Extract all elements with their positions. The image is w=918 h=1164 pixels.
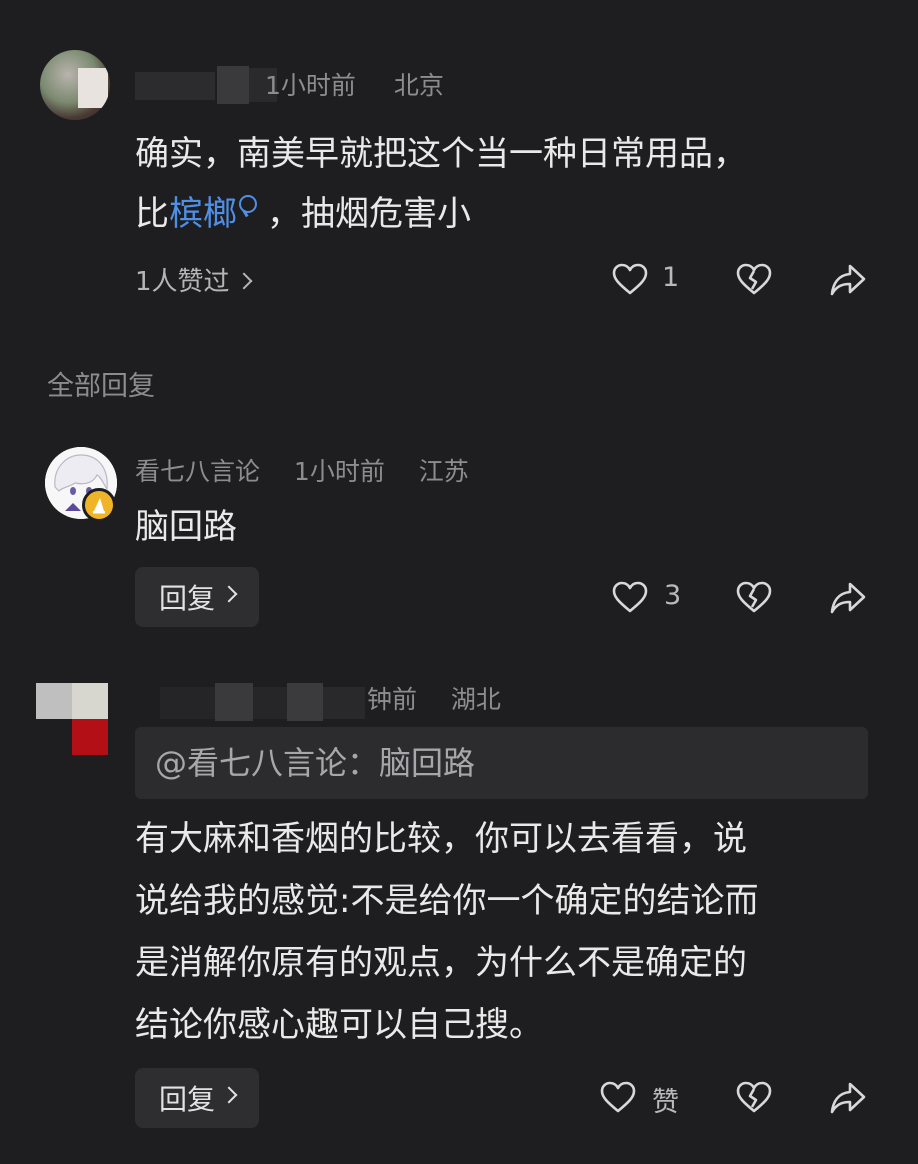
- comment-text-line-2: 比槟榔 ，抽烟危害小: [135, 184, 747, 244]
- comment-text-prefix: 比: [135, 194, 169, 234]
- avatar-top-comment[interactable]: [40, 50, 110, 120]
- reply-time: 钟前: [367, 685, 418, 714]
- reply-button[interactable]: 回复: [135, 1068, 259, 1128]
- reply-meta: 看七八言论 1小时前 江苏: [135, 452, 469, 488]
- reply-button[interactable]: 回复: [135, 567, 259, 627]
- reply-text: 脑回路: [135, 507, 237, 547]
- reply-text: 有大麻和香烟的比较，你可以去看看，说 说给我的感觉:不是给你一个确定的结论而 是…: [135, 808, 875, 1056]
- quoted-reply[interactable]: @看七八言论：脑回路: [135, 727, 868, 799]
- broken-heart-icon[interactable]: [734, 260, 774, 300]
- likes-summary-link[interactable]: 1人赞过: [135, 261, 253, 298]
- like-label: 赞: [652, 1087, 679, 1118]
- reply-text-line: 是消解你原有的观点，为什么不是确定的: [135, 943, 747, 983]
- like-count: 1: [662, 262, 680, 293]
- broken-heart-icon[interactable]: [734, 1078, 774, 1118]
- share-arrow-icon[interactable]: [828, 578, 868, 618]
- reply-time: 1小时前: [293, 457, 385, 486]
- comment-text-line-1: 确实，南美早就把这个当一种日常用品，: [135, 134, 747, 174]
- comment-meta: 1小时前 北京: [265, 66, 444, 102]
- level-badge-icon: [82, 488, 116, 522]
- share-arrow-icon[interactable]: [828, 260, 868, 300]
- broken-heart-icon[interactable]: [734, 578, 774, 618]
- heart-icon[interactable]: [598, 1078, 638, 1118]
- likes-summary-text: 1人赞过: [135, 267, 230, 297]
- share-arrow-icon[interactable]: [828, 1078, 868, 1118]
- reply-text-line: 说给我的感觉:不是给你一个确定的结论而: [135, 881, 759, 921]
- search-icon[interactable]: [239, 194, 257, 213]
- section-title-all-replies: 全部回复: [47, 371, 155, 402]
- reply-author-name[interactable]: 看七八言论: [135, 457, 260, 486]
- chevron-right-icon: [220, 1086, 238, 1104]
- reply-button-label: 回复: [158, 1083, 215, 1116]
- chevron-right-icon: [235, 272, 253, 290]
- username-redacted[interactable]: [135, 66, 277, 104]
- reply-text-line: 有大麻和香烟的比较，你可以去看看，说: [135, 819, 747, 859]
- comment-time: 1小时前: [265, 71, 356, 100]
- reply-location: 湖北: [450, 685, 501, 714]
- reply-meta: 钟前 湖北: [367, 680, 501, 716]
- heart-icon[interactable]: [610, 260, 650, 300]
- search-link-betel-nut[interactable]: 槟榔: [169, 194, 237, 234]
- reply-location: 江苏: [418, 457, 469, 486]
- reply-text-line: 结论你感心趣可以自己搜。: [135, 1005, 543, 1045]
- comment-location: 北京: [393, 71, 444, 100]
- heart-icon[interactable]: [610, 578, 650, 618]
- like-count: 3: [664, 580, 682, 611]
- username-redacted[interactable]: [160, 683, 365, 721]
- comment-text-suffix: ，抽烟危害小: [267, 194, 471, 234]
- chevron-right-icon: [220, 585, 238, 603]
- comment-text: 确实，南美早就把这个当一种日常用品， 比槟榔 ，抽烟危害小: [135, 124, 747, 244]
- reply-button-label: 回复: [158, 582, 215, 615]
- avatar-redacted[interactable]: [36, 683, 108, 755]
